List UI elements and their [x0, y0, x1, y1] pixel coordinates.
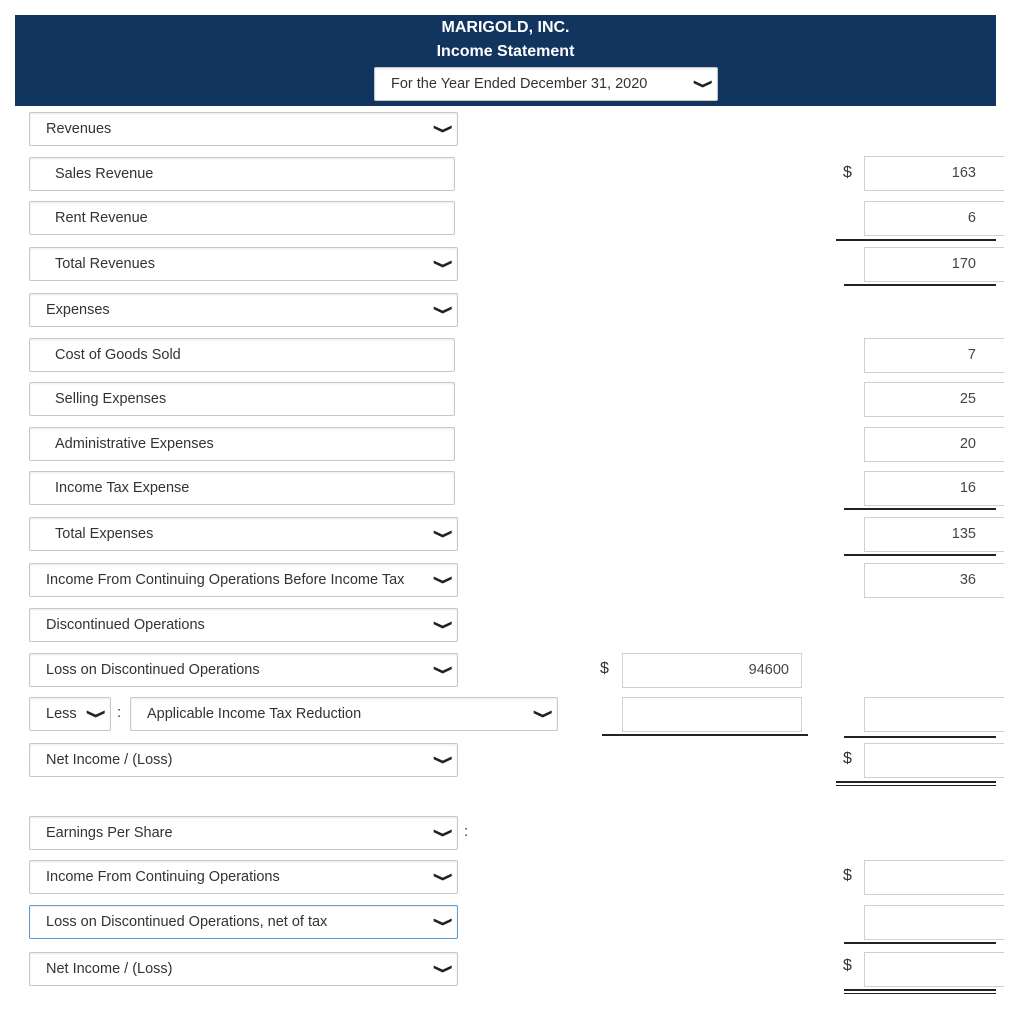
net-income-dropdown[interactable]: Net Income / (Loss) ❯	[29, 743, 458, 777]
label: Loss on Discontinued Operations, net of …	[46, 914, 328, 930]
label: Net Income / (Loss)	[46, 752, 173, 768]
total-revenues-amount[interactable]: 170	[864, 247, 1004, 282]
underline	[844, 284, 996, 286]
chevron-down-icon: ❯	[433, 664, 455, 676]
chevron-down-icon: ❯	[533, 708, 555, 720]
cogs-amount[interactable]: 7	[864, 338, 1004, 373]
less-dropdown[interactable]: Less ❯	[29, 697, 111, 731]
eps-net-income-dropdown[interactable]: Net Income / (Loss) ❯	[29, 952, 458, 986]
label: Discontinued Operations	[46, 617, 205, 633]
cogs-input[interactable]: Cost of Goods Sold	[29, 338, 455, 372]
colon: :	[464, 823, 469, 840]
label: Revenues	[46, 121, 112, 137]
tax-reduction-amount[interactable]	[622, 697, 802, 732]
eps-continuing-dropdown[interactable]: Income From Continuing Operations ❯	[29, 860, 458, 894]
underline	[844, 508, 996, 510]
loss-discontinued-amount[interactable]: 94600	[622, 653, 802, 688]
underline	[844, 942, 996, 944]
underline	[602, 734, 808, 736]
selling-expenses-amount[interactable]: 25	[864, 382, 1004, 417]
rent-revenue-amount[interactable]: 6	[864, 201, 1004, 236]
admin-expenses-input[interactable]: Administrative Expenses	[29, 427, 455, 461]
double-underline	[844, 989, 996, 994]
total-revenues-dropdown[interactable]: Total Revenues ❯	[29, 247, 458, 281]
label: Loss on Discontinued Operations	[46, 662, 260, 678]
chevron-down-icon: ❯	[693, 78, 715, 90]
label: Total Expenses	[55, 526, 154, 542]
chevron-down-icon: ❯	[433, 871, 455, 883]
income-tax-expense-input[interactable]: Income Tax Expense	[29, 471, 455, 505]
chevron-down-icon: ❯	[433, 574, 455, 586]
discontinued-total-amount[interactable]	[864, 697, 1004, 732]
dollar-sign: $	[843, 957, 852, 974]
dollar-sign: $	[843, 164, 852, 181]
period-dropdown[interactable]: For the Year Ended December 31, 2020 ❯	[374, 67, 718, 101]
total-expenses-amount[interactable]: 135	[864, 517, 1004, 552]
income-tax-expense-amount[interactable]: 16	[864, 471, 1004, 506]
revenues-dropdown[interactable]: Revenues ❯	[29, 112, 458, 146]
eps-dropdown[interactable]: Earnings Per Share ❯	[29, 816, 458, 850]
eps-continuing-amount[interactable]	[864, 860, 1004, 895]
net-income-amount[interactable]	[864, 743, 1004, 778]
label: Net Income / (Loss)	[46, 961, 173, 977]
eps-loss-discontinued-amount[interactable]	[864, 905, 1004, 940]
chevron-down-icon: ❯	[433, 304, 455, 316]
tax-reduction-dropdown[interactable]: Applicable Income Tax Reduction ❯	[130, 697, 558, 731]
underline	[844, 554, 996, 556]
label: Income From Continuing Operations Before…	[46, 572, 405, 588]
dollar-sign: $	[843, 867, 852, 884]
double-underline	[836, 781, 996, 786]
statement-title: Income Statement	[436, 43, 575, 60]
expenses-dropdown[interactable]: Expenses ❯	[29, 293, 458, 327]
dollar-sign: $	[600, 660, 609, 677]
chevron-down-icon: ❯	[433, 754, 455, 766]
chevron-down-icon: ❯	[433, 528, 455, 540]
eps-loss-discontinued-dropdown[interactable]: Loss on Discontinued Operations, net of …	[29, 905, 458, 939]
selling-expenses-input[interactable]: Selling Expenses	[29, 382, 455, 416]
underline	[836, 239, 996, 241]
chevron-down-icon: ❯	[433, 916, 455, 928]
period-value: For the Year Ended December 31, 2020	[391, 76, 648, 92]
company-name: MARIGOLD, INC.	[441, 19, 570, 36]
income-before-tax-amount[interactable]: 36	[864, 563, 1004, 598]
eps-net-income-amount[interactable]	[864, 952, 1004, 987]
chevron-down-icon: ❯	[433, 123, 455, 135]
label: Total Revenues	[55, 256, 155, 272]
loss-discontinued-dropdown[interactable]: Loss on Discontinued Operations ❯	[29, 653, 458, 687]
underline	[844, 736, 996, 738]
chevron-down-icon: ❯	[433, 619, 455, 631]
chevron-down-icon: ❯	[433, 827, 455, 839]
chevron-down-icon: ❯	[433, 963, 455, 975]
dollar-sign: $	[843, 750, 852, 767]
label: Income From Continuing Operations	[46, 869, 280, 885]
chevron-down-icon: ❯	[86, 708, 108, 720]
sales-revenue-amount[interactable]: 163	[864, 156, 1004, 191]
label: Expenses	[46, 302, 110, 318]
chevron-down-icon: ❯	[433, 258, 455, 270]
label: Applicable Income Tax Reduction	[147, 706, 362, 722]
income-before-tax-dropdown[interactable]: Income From Continuing Operations Before…	[29, 563, 458, 597]
sales-revenue-input[interactable]: Sales Revenue	[29, 157, 455, 191]
discontinued-operations-dropdown[interactable]: Discontinued Operations ❯	[29, 608, 458, 642]
colon: :	[117, 704, 122, 721]
label: Earnings Per Share	[46, 825, 173, 841]
admin-expenses-amount[interactable]: 20	[864, 427, 1004, 462]
rent-revenue-input[interactable]: Rent Revenue	[29, 201, 455, 235]
total-expenses-dropdown[interactable]: Total Expenses ❯	[29, 517, 458, 551]
label: Less	[46, 706, 77, 722]
